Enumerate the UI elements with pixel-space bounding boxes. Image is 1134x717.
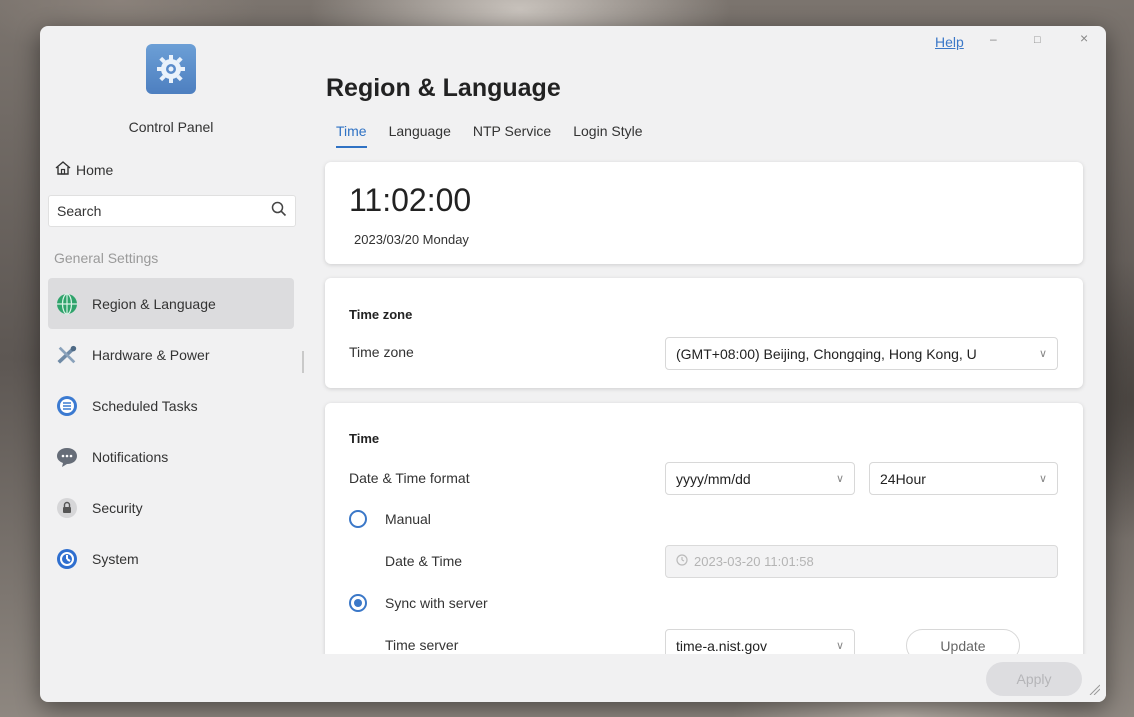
sidebar-item-label: System: [92, 550, 139, 567]
resize-grip-icon[interactable]: [1088, 683, 1101, 698]
date-time-input: 2023-03-20 11:01:58: [665, 545, 1058, 578]
home-icon: [54, 160, 72, 179]
tab-login-style[interactable]: Login Style: [573, 123, 642, 148]
time-heading: Time: [349, 431, 380, 446]
sidebar-item-security[interactable]: Security: [48, 482, 294, 533]
sync-server-label[interactable]: Sync with server: [385, 595, 488, 611]
time-server-label: Time server: [385, 637, 459, 653]
timezone-heading: Time zone: [349, 307, 413, 322]
tools-icon: [56, 344, 78, 366]
chat-bubble-icon: [56, 446, 78, 468]
sidebar-item-label: Security: [92, 499, 143, 516]
control-panel-window: Control Panel Home General Settings: [40, 26, 1106, 702]
sidebar-item-region-language[interactable]: Region & Language: [48, 278, 294, 329]
sidebar: Control Panel Home General Settings: [40, 26, 310, 702]
system-icon: [56, 548, 78, 570]
search-input[interactable]: [57, 203, 271, 219]
sidebar-item-label: Region & Language: [92, 295, 216, 312]
help-link[interactable]: Help: [935, 34, 964, 50]
date-time-value: 2023-03-20 11:01:58: [694, 554, 814, 569]
sidebar-item-notifications[interactable]: Notifications: [48, 431, 294, 482]
clock-card: 11:02:00 2023/03/20 Monday: [325, 162, 1083, 264]
sidebar-item-hardware-power[interactable]: Hardware & Power: [48, 329, 294, 380]
apply-button[interactable]: Apply: [986, 662, 1082, 696]
minimize-button[interactable]: –: [990, 32, 997, 46]
sidebar-item-label: Scheduled Tasks: [92, 397, 198, 414]
tab-ntp-service[interactable]: NTP Service: [473, 123, 551, 148]
globe-icon: [56, 292, 78, 315]
sidebar-nav: Region & Language Hardware & Power Sched…: [48, 278, 294, 584]
page-title: Region & Language: [326, 74, 561, 102]
date-time-label: Date & Time: [385, 553, 463, 569]
search-box[interactable]: [48, 195, 296, 227]
current-date: 2023/03/20 Monday: [354, 232, 469, 247]
home-label: Home: [76, 161, 114, 178]
tab-bar: Time Language NTP Service Login Style: [336, 123, 643, 148]
home-link[interactable]: Home: [54, 160, 113, 179]
date-time-format-label: Date & Time format: [349, 470, 470, 486]
sidebar-resize-handle[interactable]: [302, 351, 304, 373]
gear-icon: [146, 44, 196, 94]
manual-label[interactable]: Manual: [385, 511, 431, 527]
tab-time[interactable]: Time: [336, 123, 367, 148]
manual-radio[interactable]: [349, 510, 367, 528]
lock-icon: [56, 497, 78, 519]
date-format-value: yyyy/mm/dd: [676, 470, 751, 487]
chevron-down-icon: ∨: [835, 473, 844, 485]
timezone-select[interactable]: (GMT+08:00) Beijing, Chongqing, Hong Kon…: [665, 337, 1058, 370]
chevron-down-icon: ∨: [1038, 473, 1047, 485]
clock-icon: [676, 554, 688, 569]
section-label-general-settings: General Settings: [54, 250, 159, 266]
tasks-icon: [56, 395, 78, 417]
hour-format-select[interactable]: 24Hour ∨: [869, 462, 1058, 495]
app-title: Control Panel: [128, 119, 214, 135]
timezone-label: Time zone: [349, 344, 414, 360]
current-time: 11:02:00: [349, 182, 472, 218]
sync-server-radio[interactable]: [349, 594, 367, 612]
sidebar-item-label: Hardware & Power: [92, 346, 210, 363]
date-format-select[interactable]: yyyy/mm/dd ∨: [665, 462, 855, 495]
time-server-value: time-a.nist.gov: [676, 637, 768, 654]
close-button[interactable]: ×: [1080, 30, 1088, 46]
maximize-button[interactable]: □: [1034, 34, 1041, 46]
timezone-card: Time zone Time zone (GMT+08:00) Beijing,…: [325, 278, 1083, 388]
timezone-value: (GMT+08:00) Beijing, Chongqing, Hong Kon…: [676, 345, 977, 362]
sidebar-item-scheduled-tasks[interactable]: Scheduled Tasks: [48, 380, 294, 431]
chevron-down-icon: ∨: [835, 640, 844, 652]
sidebar-item-label: Notifications: [92, 448, 169, 465]
tab-language[interactable]: Language: [389, 123, 451, 148]
sidebar-item-system[interactable]: System: [48, 533, 294, 584]
search-icon[interactable]: [271, 201, 287, 222]
chevron-down-icon: ∨: [1038, 348, 1047, 360]
hour-format-value: 24Hour: [880, 470, 926, 487]
